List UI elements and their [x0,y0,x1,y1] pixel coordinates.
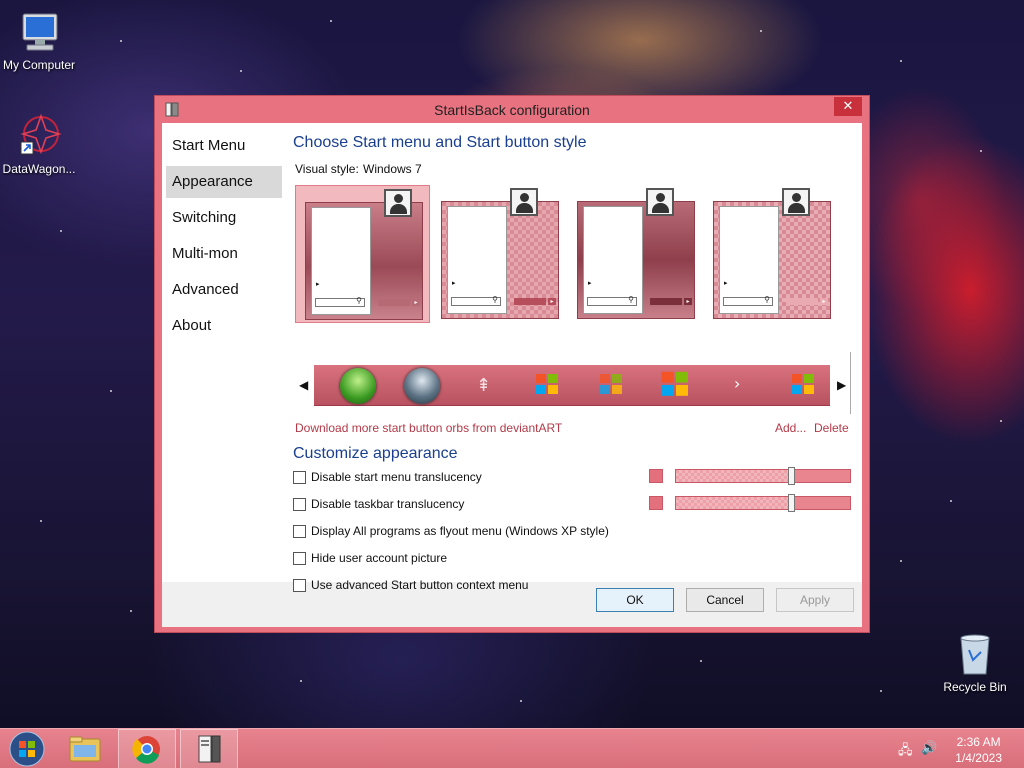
orb-list-scrollbar[interactable] [850,352,851,414]
clock-time: 2:36 AM [956,735,1001,749]
sidebar-item-switching[interactable]: Switching [166,202,282,234]
slider-thumb[interactable] [788,467,795,485]
ok-button[interactable]: OK [596,588,674,612]
taskbar-translucency-slider[interactable] [675,494,851,512]
sidebar-item-advanced[interactable]: Advanced [166,274,282,306]
style-option-2[interactable]: ▸ ▸ [432,185,567,323]
startisback-config-icon [198,735,221,763]
chrome-icon [132,736,160,764]
start-orb-option-arrow[interactable]: ⇞ [476,375,491,396]
start-orb-option-glass[interactable] [404,368,440,404]
start-orb-option-flag-7[interactable] [661,371,691,398]
option-label: Display All programs as flyout menu (Win… [311,524,609,538]
option-label: Use advanced Start button context menu [311,578,529,592]
start-orb-option-flag-xp[interactable] [536,374,560,396]
sidebar-item-start-menu[interactable]: Start Menu [166,130,282,162]
add-orb-link[interactable]: Add... [775,421,806,435]
start-orb-option-flag-vista[interactable] [600,374,624,396]
checkbox[interactable] [293,579,306,592]
dialog-client-area: Start Menu Appearance Switching Multi-mo… [162,123,862,627]
orb-scroll-left-icon[interactable]: ◀ [299,378,308,392]
file-explorer-icon [69,736,101,762]
cancel-button[interactable]: Cancel [686,588,764,612]
section-title-style: Choose Start menu and Start button style [293,134,587,151]
desktop-icon-recycle-bin[interactable]: Recycle Bin [932,630,1018,694]
user-picture-icon [510,188,538,216]
style-preview: ▸ ▸ [577,201,695,319]
orb-scroll-right-icon[interactable]: ▶ [837,378,846,392]
close-button[interactable]: ✕ [834,97,862,116]
start-button[interactable] [0,729,54,768]
datawagon-shortcut-icon [15,112,63,160]
slider-fill [676,470,791,482]
option-label: Disable taskbar translucency [311,497,465,511]
style-preview: ▸ ▸ [441,201,559,319]
taskbar-file-explorer[interactable] [56,729,114,768]
recycle-bin-icon [951,630,999,678]
network-icon[interactable]: 🖧 [898,741,913,763]
slider-fill [676,497,791,509]
delete-orb-link[interactable]: Delete [814,421,849,435]
clock-date: 1/4/2023 [955,751,1002,765]
settings-panel: Start Menu Appearance Switching Multi-mo… [162,123,862,592]
sidebar-item-multi-mon[interactable]: Multi-mon [166,238,282,270]
start-orb-option-chevron[interactable]: › [734,374,740,393]
apply-button[interactable]: Apply [776,588,854,612]
visual-style-value: Windows 7 [363,162,422,176]
style-preview: ▸ ▸ [305,202,423,320]
taskbar-startisback-config[interactable] [180,729,238,768]
sidebar-item-appearance[interactable]: Appearance [166,166,282,198]
checkbox[interactable] [293,525,306,538]
start-menu-color-swatch[interactable] [649,469,663,483]
style-option-4[interactable]: ▸ ▸ [704,185,839,323]
checkbox[interactable] [293,498,306,511]
window-title: StartIsBack configuration [434,102,590,118]
desktop-icon-datawagon[interactable]: DataWagon... [0,112,82,176]
style-option-windows7[interactable]: ▸ ▸ [295,185,430,323]
checkbox[interactable] [293,471,306,484]
desktop-icon-label: My Computer [2,58,76,72]
visual-style-label: Visual style: [295,162,359,176]
title-bar[interactable]: StartIsBack configuration ✕ [155,96,869,123]
start-orb-list: ⇞ › [314,365,830,406]
user-picture-icon [646,188,674,216]
close-icon: ✕ [842,99,854,114]
startisback-config-window: StartIsBack configuration ✕ Start Menu A… [154,95,870,633]
user-picture-icon [384,189,412,217]
volume-icon[interactable]: 🔊 [921,741,937,756]
style-option-3[interactable]: ▸ ▸ [568,185,703,323]
taskbar: 🖧 🔊 2:36 AM 1/4/2023 [0,728,1024,768]
start-orb-icon [9,731,45,767]
computer-icon [15,8,63,56]
system-clock[interactable]: 2:36 AM 1/4/2023 [955,734,1002,766]
download-orbs-link[interactable]: Download more start button orbs from dev… [295,421,562,435]
user-picture-icon [782,188,810,216]
desktop-icon-label: Recycle Bin [943,680,1007,694]
checkbox[interactable] [293,552,306,565]
desktop-icon-label: DataWagon... [2,162,76,176]
option-label: Disable start menu translucency [311,470,482,484]
start-orb-option-flag-8[interactable] [792,374,816,396]
slider-thumb[interactable] [788,494,795,512]
section-title-customize: Customize appearance [293,445,458,462]
start-menu-translucency-slider[interactable] [675,467,851,485]
taskbar-color-swatch[interactable] [649,496,663,510]
option-label: Hide user account picture [311,551,448,565]
start-orb-option-green[interactable] [340,368,376,404]
sidebar-item-about[interactable]: About [166,310,282,342]
style-preview: ▸ ▸ [713,201,831,319]
taskbar-chrome[interactable] [118,729,176,768]
desktop-icon-my-computer[interactable]: My Computer [0,8,82,72]
